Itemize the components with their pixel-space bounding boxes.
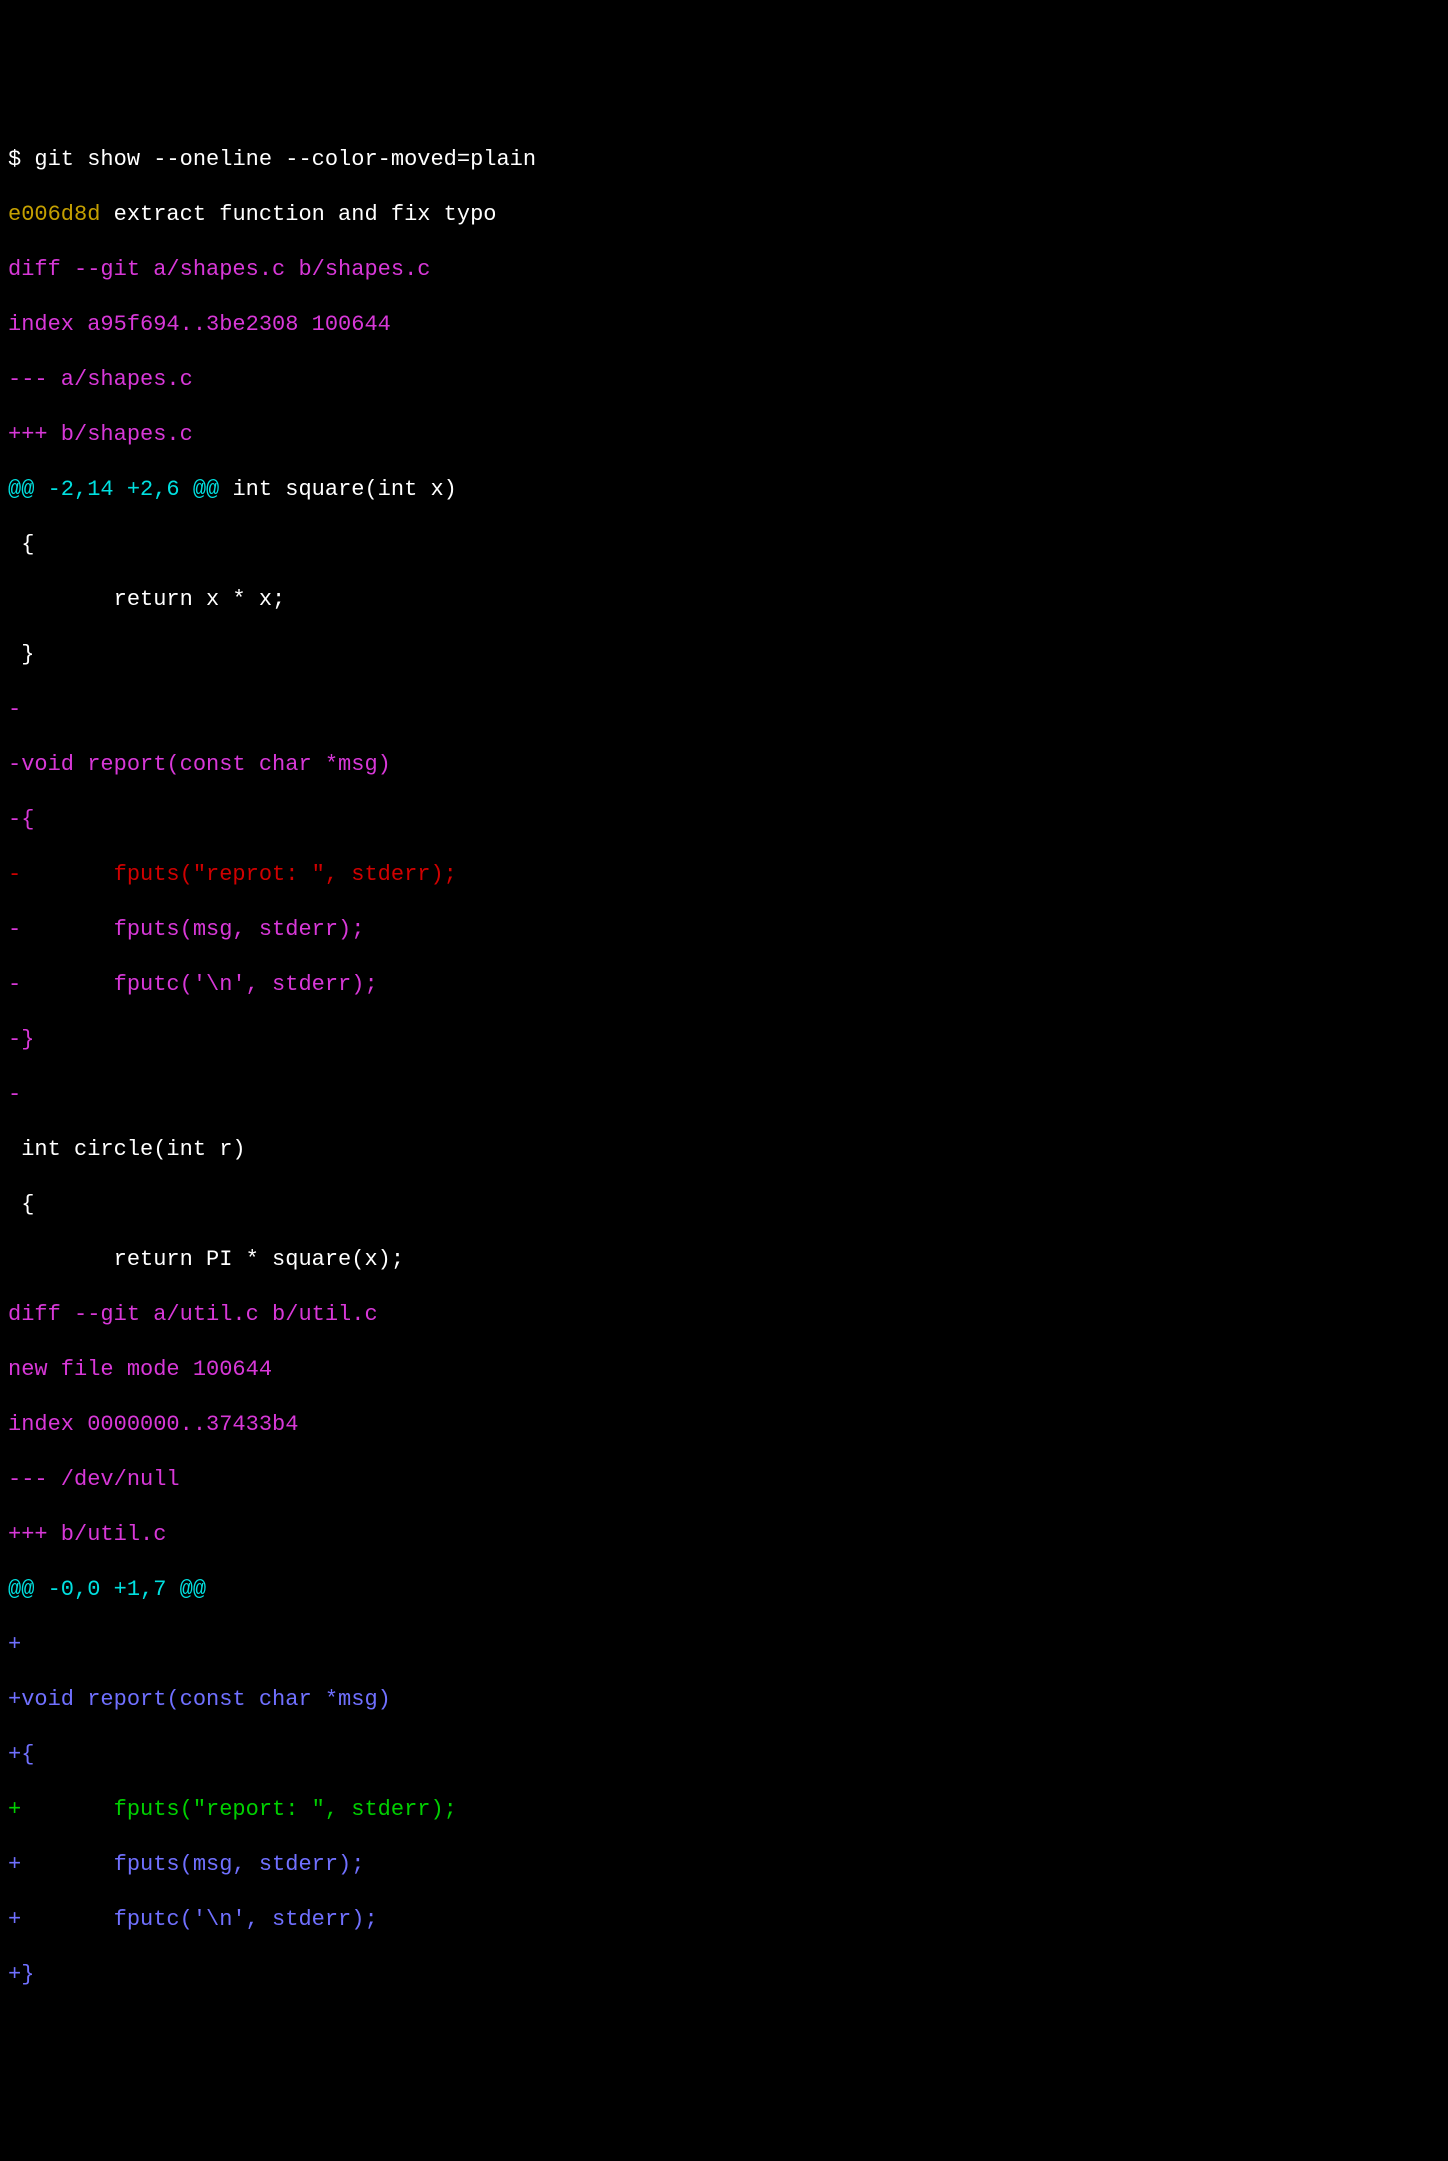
commit-hash: e006d8d	[8, 202, 100, 227]
file-added: +++ b/shapes.c	[8, 421, 1440, 449]
file-added: +++ b/util.c	[8, 1521, 1440, 1549]
context-line: {	[8, 531, 1440, 559]
hunk-range: -2,14 +2,6	[48, 477, 180, 502]
context-line: {	[8, 1191, 1440, 1219]
hunk-marker: @@	[8, 477, 48, 502]
commit-message: extract function and fix typo	[100, 202, 496, 227]
context-line: return PI * square(x);	[8, 1246, 1440, 1274]
new-file-mode: new file mode 100644	[8, 1356, 1440, 1384]
added-line: + fputs("report: ", stderr);	[8, 1796, 1440, 1824]
moved-removed-line: - fputc('\n', stderr);	[8, 971, 1440, 999]
commit-line: e006d8d extract function and fix typo	[8, 201, 1440, 229]
index-line: index a95f694..3be2308 100644	[8, 311, 1440, 339]
moved-removed-line: -	[8, 696, 1440, 724]
moved-added-line: +}	[8, 1961, 1440, 1989]
diff-header: diff --git a/shapes.c b/shapes.c	[8, 256, 1440, 284]
prompt: $	[8, 147, 34, 172]
file-removed: --- a/shapes.c	[8, 366, 1440, 394]
moved-removed-line: -void report(const char *msg)	[8, 751, 1440, 779]
context-line: int circle(int r)	[8, 1136, 1440, 1164]
index-line: index 0000000..37433b4	[8, 1411, 1440, 1439]
moved-removed-line: -	[8, 1081, 1440, 1109]
moved-removed-line: -}	[8, 1026, 1440, 1054]
removed-line: - fputs("reprot: ", stderr);	[8, 861, 1440, 889]
context-line: }	[8, 641, 1440, 669]
command-line: $ git show --oneline --color-moved=plain	[8, 146, 1440, 174]
moved-added-line: +{	[8, 1741, 1440, 1769]
hunk-header: @@ -0,0 +1,7 @@	[8, 1576, 1440, 1604]
diff-header: diff --git a/util.c b/util.c	[8, 1301, 1440, 1329]
moved-added-line: + fputs(msg, stderr);	[8, 1851, 1440, 1879]
context-line: return x * x;	[8, 586, 1440, 614]
moved-added-line: +	[8, 1631, 1440, 1659]
hunk-marker-end: @@	[180, 477, 220, 502]
hunk-marker-end: @@	[166, 1577, 206, 1602]
file-removed: --- /dev/null	[8, 1466, 1440, 1494]
moved-added-line: + fputc('\n', stderr);	[8, 1906, 1440, 1934]
moved-removed-line: - fputs(msg, stderr);	[8, 916, 1440, 944]
moved-added-line: +void report(const char *msg)	[8, 1686, 1440, 1714]
hunk-marker: @@	[8, 1577, 48, 1602]
hunk-header: @@ -2,14 +2,6 @@ int square(int x)	[8, 476, 1440, 504]
command-text: git show --oneline --color-moved=plain	[34, 147, 536, 172]
hunk-context: int square(int x)	[219, 477, 457, 502]
moved-removed-line: -{	[8, 806, 1440, 834]
hunk-range: -0,0 +1,7	[48, 1577, 167, 1602]
terminal-output: $ git show --oneline --color-moved=plain…	[8, 118, 1440, 2016]
